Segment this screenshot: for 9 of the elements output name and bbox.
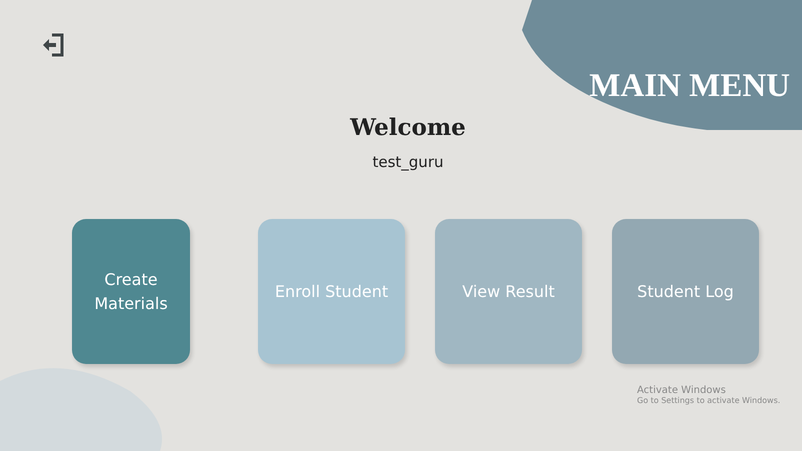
menu-card[interactable]: View Result bbox=[435, 219, 582, 364]
menu-card[interactable]: Create Materials bbox=[72, 219, 190, 364]
activation-notice-title: Activate Windows bbox=[637, 385, 727, 396]
page-title: MAIN MENU bbox=[589, 68, 790, 105]
welcome-heading: Welcome bbox=[350, 114, 466, 141]
activation-notice-text: Go to Settings to activate Windows. bbox=[637, 396, 780, 405]
menu-card[interactable]: Enroll Student bbox=[258, 219, 405, 364]
username: test_guru bbox=[372, 153, 444, 171]
menu-card[interactable]: Student Log bbox=[612, 219, 759, 364]
